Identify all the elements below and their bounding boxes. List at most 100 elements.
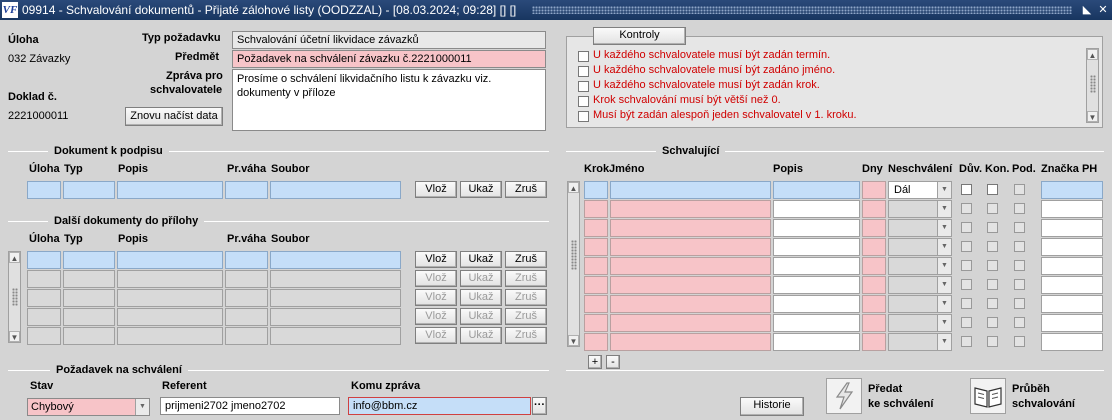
- referent-field[interactable]: prijmeni2702 jmeno2702: [160, 397, 340, 415]
- close-icon[interactable]: ✕: [1096, 2, 1110, 18]
- add-row-button[interactable]: +: [588, 355, 602, 369]
- znacka-ph-cell[interactable]: [1041, 314, 1103, 332]
- remove-row-button[interactable]: -: [606, 355, 620, 369]
- neschvaleni-select[interactable]: ▼: [888, 333, 952, 351]
- duvod-checkbox[interactable]: [961, 317, 972, 328]
- popis-cell[interactable]: [773, 257, 860, 275]
- znacka-ph-cell[interactable]: [1041, 200, 1103, 218]
- kontrola-checkbox[interactable]: [987, 279, 998, 290]
- podpis-checkbox[interactable]: [1014, 222, 1025, 233]
- kontrola-checkbox[interactable]: [987, 241, 998, 252]
- prubeh-label-2[interactable]: schvalování: [1012, 398, 1075, 410]
- scroll-grip-icon[interactable]: [1090, 75, 1096, 93]
- krok-cell[interactable]: [584, 200, 608, 218]
- kontrola-checkbox[interactable]: [987, 336, 998, 347]
- jmeno-cell[interactable]: [610, 314, 771, 332]
- kontrola-checkbox[interactable]: [987, 317, 998, 328]
- podpis-checkbox[interactable]: [1014, 336, 1025, 347]
- komu-zprava-field[interactable]: info@bbm.cz: [348, 397, 531, 415]
- popis-cell[interactable]: [773, 276, 860, 294]
- znacka-ph-cell[interactable]: [1041, 295, 1103, 313]
- duvod-checkbox[interactable]: [961, 184, 972, 195]
- duvod-checkbox[interactable]: [961, 279, 972, 290]
- chevron-down-icon[interactable]: ▼: [937, 334, 951, 350]
- kontroly-scrollbar[interactable]: ▲ ▼: [1086, 48, 1099, 123]
- podpis-checkbox[interactable]: [1014, 298, 1025, 309]
- neschvaleni-select[interactable]: ▼: [888, 257, 952, 275]
- podpis-checkbox[interactable]: [1014, 184, 1025, 195]
- kontrola-checkbox[interactable]: [578, 66, 589, 77]
- predat-label-1[interactable]: Předat: [868, 383, 902, 395]
- predmet-field[interactable]: Požadavek na schválení závazku č.2221000…: [232, 50, 546, 68]
- kontrola-checkbox[interactable]: [987, 203, 998, 214]
- scroll-up-icon[interactable]: ▲: [568, 182, 579, 193]
- chevron-down-icon[interactable]: ▼: [937, 201, 951, 217]
- popis-cell[interactable]: [773, 314, 860, 332]
- znacka-ph-cell[interactable]: [1041, 333, 1103, 351]
- krok-cell[interactable]: [584, 257, 608, 275]
- znacka-ph-cell[interactable]: [1041, 276, 1103, 294]
- chevron-down-icon[interactable]: ▼: [937, 296, 951, 312]
- dny-cell[interactable]: [862, 333, 886, 351]
- jmeno-cell[interactable]: [610, 200, 771, 218]
- znacka-ph-cell[interactable]: [1041, 257, 1103, 275]
- popis-cell[interactable]: [773, 238, 860, 256]
- zprava-textarea[interactable]: Prosíme o schválení likvidačního listu k…: [232, 69, 546, 131]
- jmeno-cell[interactable]: [610, 333, 771, 351]
- dny-cell[interactable]: [862, 314, 886, 332]
- jmeno-cell[interactable]: [610, 276, 771, 294]
- dny-cell[interactable]: [862, 200, 886, 218]
- dny-cell[interactable]: [862, 257, 886, 275]
- krok-cell[interactable]: [584, 181, 608, 199]
- dny-cell[interactable]: [862, 238, 886, 256]
- neschvaleni-select[interactable]: ▼: [888, 219, 952, 237]
- dny-cell[interactable]: [862, 276, 886, 294]
- podpis-checkbox[interactable]: [1014, 241, 1025, 252]
- duvod-checkbox[interactable]: [961, 241, 972, 252]
- dny-cell[interactable]: [862, 181, 886, 199]
- kontrola-checkbox[interactable]: [578, 81, 589, 92]
- jmeno-cell[interactable]: [610, 295, 771, 313]
- chevron-down-icon[interactable]: ▼: [937, 182, 951, 198]
- jmeno-cell[interactable]: [610, 238, 771, 256]
- popis-cell[interactable]: [773, 333, 860, 351]
- chevron-down-icon[interactable]: ▼: [937, 258, 951, 274]
- stav-select[interactable]: Chybový ▼: [27, 398, 150, 416]
- kontrola-checkbox[interactable]: [987, 222, 998, 233]
- kontroly-button[interactable]: Kontroly: [593, 27, 686, 45]
- chevron-down-icon[interactable]: ▼: [937, 220, 951, 236]
- scroll-down-icon[interactable]: ▼: [568, 335, 579, 346]
- prubeh-icon[interactable]: [970, 378, 1006, 414]
- krok-cell[interactable]: [584, 333, 608, 351]
- krok-cell[interactable]: [584, 295, 608, 313]
- chevron-down-icon[interactable]: ▼: [937, 239, 951, 255]
- minimize-icon[interactable]: ◣: [1080, 2, 1094, 18]
- scroll-down-icon[interactable]: ▼: [1087, 111, 1098, 122]
- neschvaleni-select[interactable]: ▼: [888, 314, 952, 332]
- predat-label-2[interactable]: ke schválení: [868, 398, 933, 410]
- podpis-checkbox[interactable]: [1014, 203, 1025, 214]
- krok-cell[interactable]: [584, 276, 608, 294]
- krok-cell[interactable]: [584, 219, 608, 237]
- popis-cell[interactable]: [773, 295, 860, 313]
- popis-cell[interactable]: [773, 219, 860, 237]
- krok-cell[interactable]: [584, 314, 608, 332]
- podpis-checkbox[interactable]: [1014, 317, 1025, 328]
- znacka-ph-cell[interactable]: [1041, 238, 1103, 256]
- komu-zprava-lookup-button[interactable]: ···: [532, 397, 547, 415]
- jmeno-cell[interactable]: [610, 181, 771, 199]
- predat-icon[interactable]: [826, 378, 862, 414]
- kontrola-checkbox[interactable]: [987, 298, 998, 309]
- scroll-grip-icon[interactable]: [571, 240, 577, 270]
- duvod-checkbox[interactable]: [961, 260, 972, 271]
- dny-cell[interactable]: [862, 295, 886, 313]
- prubeh-label-1[interactable]: Průběh: [1012, 383, 1050, 395]
- neschvaleni-select[interactable]: Dál ▼: [888, 181, 952, 199]
- neschvaleni-select[interactable]: ▼: [888, 295, 952, 313]
- historie-button[interactable]: Historie: [740, 397, 804, 416]
- neschvaleni-select[interactable]: ▼: [888, 238, 952, 256]
- znacka-ph-cell[interactable]: [1041, 219, 1103, 237]
- znacka-ph-cell[interactable]: [1041, 181, 1103, 199]
- podpis-checkbox[interactable]: [1014, 260, 1025, 271]
- duvod-checkbox[interactable]: [961, 203, 972, 214]
